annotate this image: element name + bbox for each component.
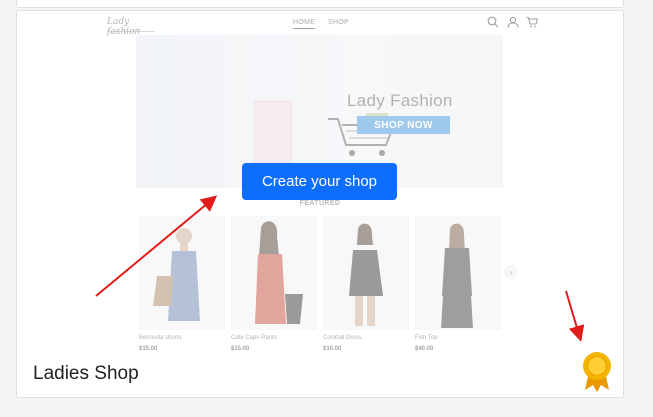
- site-logo: Lady fashion: [107, 17, 155, 37]
- product-card: Fish Top $40.00: [415, 216, 501, 352]
- theme-card[interactable]: Lady fashion HOME SHOP Lady Fashion SHOP…: [16, 10, 624, 398]
- previous-card: [16, 0, 624, 8]
- create-your-shop-button[interactable]: Create your shop: [242, 163, 397, 200]
- chevron-right-icon: ›: [504, 265, 518, 279]
- cart-icon: [526, 16, 538, 28]
- product-card: Cate Capri Pants $15.00: [231, 216, 317, 352]
- award-ribbon-icon: [583, 352, 611, 392]
- product-name: Cocktail Dress: [323, 335, 362, 341]
- product-price: $10.00: [323, 346, 342, 352]
- theme-title: Ladies Shop: [33, 363, 139, 384]
- nav-home: HOME: [293, 19, 316, 29]
- product-image: [139, 216, 225, 330]
- product-card: Bermuda shorts $15.00: [139, 216, 225, 352]
- product-image: [323, 216, 409, 330]
- user-icon: [507, 16, 519, 28]
- product-image: [231, 216, 317, 330]
- nav-shop: SHOP: [328, 19, 350, 26]
- shop-now-button: SHOP NOW: [357, 116, 450, 134]
- product-card: Cocktail Dress $10.00: [323, 216, 409, 352]
- hero-title: Lady Fashion: [347, 91, 453, 110]
- product-image: [415, 216, 501, 330]
- featured-label: FEATURED: [299, 200, 341, 207]
- product-price: $15.00: [139, 346, 158, 352]
- product-price: $15.00: [231, 346, 250, 352]
- search-icon: [487, 16, 499, 28]
- theme-preview[interactable]: Lady fashion HOME SHOP Lady Fashion SHOP…: [17, 11, 623, 356]
- product-name: Bermuda shorts: [139, 335, 182, 341]
- product-name: Fish Top: [415, 335, 438, 341]
- product-price: $40.00: [415, 346, 434, 352]
- product-name: Cate Capri Pants: [231, 335, 277, 341]
